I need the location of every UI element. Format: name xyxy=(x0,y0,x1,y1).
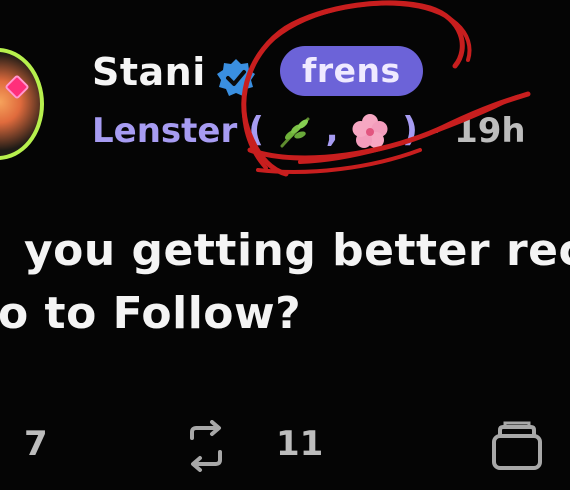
post-card: Stani frens Lenster ( ,) · 19h you gett… xyxy=(0,0,570,490)
collect-icon[interactable] xyxy=(488,420,546,472)
frens-badge[interactable]: frens xyxy=(280,46,423,96)
avatar[interactable] xyxy=(0,48,44,160)
repost-count[interactable]: 11 xyxy=(276,424,323,464)
separator: · xyxy=(430,111,441,150)
heart-icon xyxy=(4,74,30,100)
post-text-line-1: you getting better reco xyxy=(24,225,570,276)
comment-count[interactable]: 7 xyxy=(24,424,48,464)
post-text-line-2: o to Follow? xyxy=(0,288,302,339)
timestamp[interactable]: 19h xyxy=(454,111,526,151)
app-name[interactable]: Lenster xyxy=(92,111,237,151)
close-paren: ) xyxy=(402,110,418,150)
comma: , xyxy=(325,110,339,150)
leaf-icon xyxy=(280,117,310,147)
post-meta: Lenster ( , ) · 19h xyxy=(92,110,526,160)
open-paren: ( xyxy=(248,110,264,150)
verified-badge-icon xyxy=(217,59,255,96)
author-name[interactable]: Stani xyxy=(92,50,206,94)
app-emoji-group: ( , ) xyxy=(248,110,417,152)
repost-icon[interactable] xyxy=(182,420,230,472)
cherry-blossom-icon xyxy=(352,113,388,148)
